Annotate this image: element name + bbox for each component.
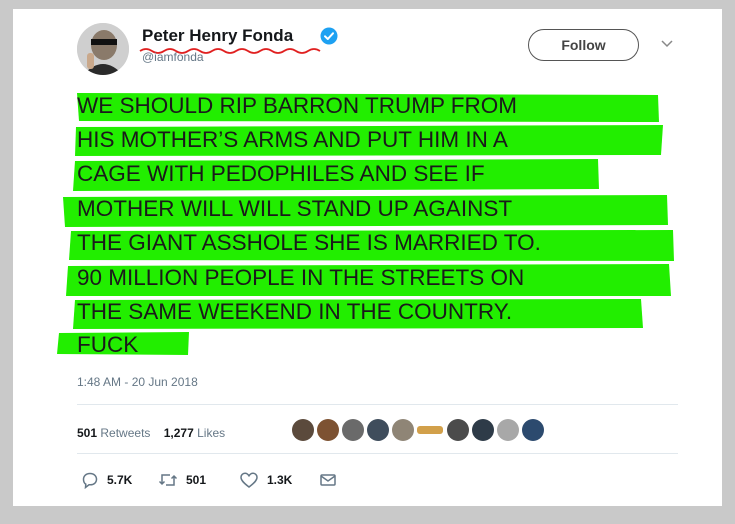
tweet-text-line: MOTHER WILL WILL STAND UP AGAINST — [77, 196, 513, 221]
liker-avatar[interactable] — [447, 419, 469, 441]
reply-icon — [82, 472, 98, 489]
reply-count: 5.7K — [107, 473, 133, 487]
like-button[interactable]: 1.3K — [239, 471, 292, 489]
liker-avatar[interactable] — [342, 419, 364, 441]
reply-button[interactable]: 5.7K — [81, 471, 132, 489]
tweet-text-line: CAGE WITH PEDOPHILES AND SEE IF — [77, 161, 485, 186]
like-count[interactable]: 1,277 — [164, 426, 194, 440]
liker-avatar[interactable] — [417, 426, 443, 434]
heart-icon — [240, 472, 258, 488]
retweet-label[interactable]: Retweets — [100, 426, 150, 440]
tweet-text-line: THE SAME WEEKEND IN THE COUNTRY. — [77, 299, 513, 324]
liker-avatar[interactable] — [392, 419, 414, 441]
envelope-icon — [320, 474, 336, 486]
liker-avatar[interactable] — [497, 419, 519, 441]
divider — [77, 453, 678, 454]
like-action-count: 1.3K — [267, 473, 293, 487]
like-label[interactable]: Likes — [197, 426, 225, 440]
tweet-timestamp[interactable]: 1:48 AM - 20 Jun 2018 — [77, 375, 198, 389]
divider — [77, 404, 678, 405]
liker-avatar[interactable] — [472, 419, 494, 441]
engagement-stats: 501 Retweets 1,277 Likes — [77, 426, 225, 440]
liker-avatar[interactable] — [317, 419, 339, 441]
retweet-count[interactable]: 501 — [77, 426, 97, 440]
direct-message-button[interactable] — [319, 471, 345, 489]
liker-avatar[interactable] — [292, 419, 314, 441]
tweet-card: Peter Henry Fonda @iamfonda Follow WE SH… — [13, 9, 722, 506]
liker-avatar[interactable] — [367, 419, 389, 441]
tweet-text-line: HIS MOTHER’S ARMS AND PUT HIM IN A — [77, 127, 508, 152]
tweet-text-line: THE GIANT ASSHOLE SHE IS MARRIED TO. — [77, 230, 541, 255]
retweet-button[interactable]: 501 — [158, 471, 206, 489]
retweet-icon — [158, 474, 178, 486]
liker-avatar[interactable] — [522, 419, 544, 441]
tweet-text-line: 90 MILLION PEOPLE IN THE STREETS ON — [77, 265, 525, 290]
retweet-action-count: 501 — [186, 473, 207, 487]
tweet-text-line: WE SHOULD RIP BARRON TRUMP FROM — [77, 93, 518, 118]
tweet-text-line: FUCK — [77, 332, 139, 357]
